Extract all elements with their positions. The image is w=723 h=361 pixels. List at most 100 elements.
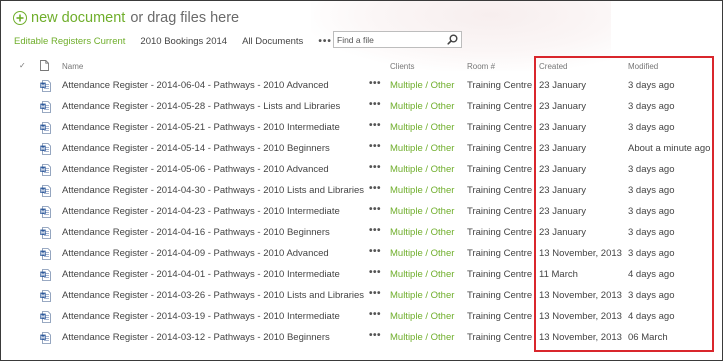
select-all-checkmark[interactable]: ✓ — [19, 61, 26, 70]
table-row[interactable]: Attendance Register - 2014-03-19 - Pathw… — [1, 307, 722, 328]
clients-link[interactable]: Multiple / Other — [390, 80, 454, 91]
view-tab-editable-registers-current[interactable]: Editable Registers Current — [14, 36, 125, 47]
search-box — [333, 31, 462, 48]
document-name-link[interactable]: Attendance Register - 2014-04-09 - Pathw… — [62, 248, 329, 259]
document-name-link[interactable]: Attendance Register - 2014-04-01 - Pathw… — [62, 269, 340, 280]
row-menu-button[interactable]: ••• — [369, 141, 381, 152]
clients-link[interactable]: Multiple / Other — [390, 290, 454, 301]
clients-link[interactable]: Multiple / Other — [390, 101, 454, 112]
word-document-icon[interactable] — [40, 206, 51, 218]
word-document-icon[interactable] — [40, 227, 51, 239]
column-header-clients[interactable]: Clients — [390, 62, 414, 71]
modified-cell: 4 days ago — [628, 269, 675, 280]
room-cell: Training Centre — [467, 290, 533, 301]
word-document-icon[interactable] — [40, 101, 51, 113]
room-cell: Training Centre — [467, 101, 533, 112]
word-document-icon[interactable] — [40, 143, 51, 155]
row-menu-button[interactable]: ••• — [369, 267, 381, 278]
room-cell: Training Centre — [467, 311, 533, 322]
room-cell: Training Centre — [467, 206, 533, 217]
table-row[interactable]: Attendance Register - 2014-04-16 - Pathw… — [1, 223, 722, 244]
document-name-link[interactable]: Attendance Register - 2014-04-23 - Pathw… — [62, 206, 340, 217]
word-document-icon[interactable] — [40, 269, 51, 281]
table-row[interactable]: Attendance Register - 2014-05-14 - Pathw… — [1, 139, 722, 160]
table-row[interactable]: Attendance Register - 2014-03-12 - Pathw… — [1, 328, 722, 349]
column-header-created[interactable]: Created — [539, 62, 567, 71]
table-row[interactable]: Attendance Register - 2014-04-23 - Pathw… — [1, 202, 722, 223]
document-name-link[interactable]: Attendance Register - 2014-03-19 - Pathw… — [62, 311, 340, 322]
table-row[interactable]: Attendance Register - 2014-05-21 - Pathw… — [1, 118, 722, 139]
row-menu-button[interactable]: ••• — [369, 204, 381, 215]
word-document-icon[interactable] — [40, 122, 51, 134]
view-selector: Editable Registers Current 2010 Bookings… — [14, 34, 332, 48]
more-views-button[interactable]: ••• — [318, 36, 332, 47]
view-tab-all-documents[interactable]: All Documents — [242, 36, 303, 47]
room-cell: Training Centre — [467, 185, 533, 196]
created-cell: 13 November, 2013 — [539, 311, 622, 322]
created-cell: 23 January — [539, 122, 587, 133]
document-name-link[interactable]: Attendance Register - 2014-04-16 - Pathw… — [62, 227, 330, 238]
clients-link[interactable]: Multiple / Other — [390, 311, 454, 322]
row-menu-button[interactable]: ••• — [369, 330, 381, 341]
word-document-icon[interactable] — [40, 332, 51, 344]
clients-link[interactable]: Multiple / Other — [390, 185, 454, 196]
table-row[interactable]: Attendance Register - 2014-04-01 - Pathw… — [1, 265, 722, 286]
row-menu-button[interactable]: ••• — [369, 162, 381, 173]
document-name-link[interactable]: Attendance Register - 2014-05-28 - Pathw… — [62, 101, 340, 112]
column-header-name[interactable]: Name — [62, 62, 83, 71]
row-menu-button[interactable]: ••• — [369, 309, 381, 320]
column-header-room[interactable]: Room # — [467, 62, 495, 71]
search-input[interactable] — [337, 33, 443, 46]
clients-link[interactable]: Multiple / Other — [390, 248, 454, 259]
table-row[interactable]: Attendance Register - 2014-04-30 - Pathw… — [1, 181, 722, 202]
word-document-icon[interactable] — [40, 185, 51, 197]
clients-link[interactable]: Multiple / Other — [390, 143, 454, 154]
row-menu-button[interactable]: ••• — [369, 120, 381, 131]
document-name-link[interactable]: Attendance Register - 2014-05-06 - Pathw… — [62, 164, 329, 175]
row-menu-button[interactable]: ••• — [369, 246, 381, 257]
row-menu-button[interactable]: ••• — [369, 288, 381, 299]
word-document-icon[interactable] — [40, 311, 51, 323]
created-cell: 23 January — [539, 143, 587, 154]
row-menu-button[interactable]: ••• — [369, 78, 381, 89]
clients-link[interactable]: Multiple / Other — [390, 269, 454, 280]
room-cell: Training Centre — [467, 143, 533, 154]
plus-circle-icon[interactable] — [13, 11, 27, 25]
created-cell: 23 January — [539, 185, 587, 196]
document-name-link[interactable]: Attendance Register - 2014-03-26 - Pathw… — [62, 290, 364, 301]
view-tab-2010-bookings-2014[interactable]: 2010 Bookings 2014 — [140, 36, 227, 47]
word-document-icon[interactable] — [40, 164, 51, 176]
word-document-icon[interactable] — [40, 290, 51, 302]
document-type-header-icon[interactable] — [40, 60, 49, 71]
created-cell: 13 November, 2013 — [539, 248, 622, 259]
clients-link[interactable]: Multiple / Other — [390, 122, 454, 133]
word-document-icon[interactable] — [40, 80, 51, 92]
room-cell: Training Centre — [467, 122, 533, 133]
document-name-link[interactable]: Attendance Register - 2014-04-30 - Pathw… — [62, 185, 364, 196]
word-document-icon[interactable] — [40, 248, 51, 260]
room-cell: Training Centre — [467, 164, 533, 175]
clients-link[interactable]: Multiple / Other — [390, 164, 454, 175]
row-menu-button[interactable]: ••• — [369, 183, 381, 194]
document-name-link[interactable]: Attendance Register - 2014-05-14 - Pathw… — [62, 143, 330, 154]
table-row[interactable]: Attendance Register - 2014-05-28 - Pathw… — [1, 97, 722, 118]
clients-link[interactable]: Multiple / Other — [390, 227, 454, 238]
document-list: Attendance Register - 2014-06-04 - Pathw… — [1, 76, 722, 349]
document-name-link[interactable]: Attendance Register - 2014-05-21 - Pathw… — [62, 122, 340, 133]
table-row[interactable]: Attendance Register - 2014-03-26 - Pathw… — [1, 286, 722, 307]
room-cell: Training Centre — [467, 227, 533, 238]
document-name-link[interactable]: Attendance Register - 2014-03-12 - Pathw… — [62, 332, 330, 343]
clients-link[interactable]: Multiple / Other — [390, 206, 454, 217]
clients-link[interactable]: Multiple / Other — [390, 332, 454, 343]
row-menu-button[interactable]: ••• — [369, 99, 381, 110]
document-name-link[interactable]: Attendance Register - 2014-06-04 - Pathw… — [62, 80, 329, 91]
created-cell: 13 November, 2013 — [539, 290, 622, 301]
table-row[interactable]: Attendance Register - 2014-04-09 - Pathw… — [1, 244, 722, 265]
new-document-link[interactable]: new document — [31, 10, 125, 26]
search-icon[interactable] — [447, 34, 458, 45]
row-menu-button[interactable]: ••• — [369, 225, 381, 236]
table-row[interactable]: Attendance Register - 2014-05-06 - Pathw… — [1, 160, 722, 181]
table-row[interactable]: Attendance Register - 2014-06-04 - Pathw… — [1, 76, 722, 97]
created-cell: 23 January — [539, 80, 587, 91]
column-header-modified[interactable]: Modified — [628, 62, 658, 71]
